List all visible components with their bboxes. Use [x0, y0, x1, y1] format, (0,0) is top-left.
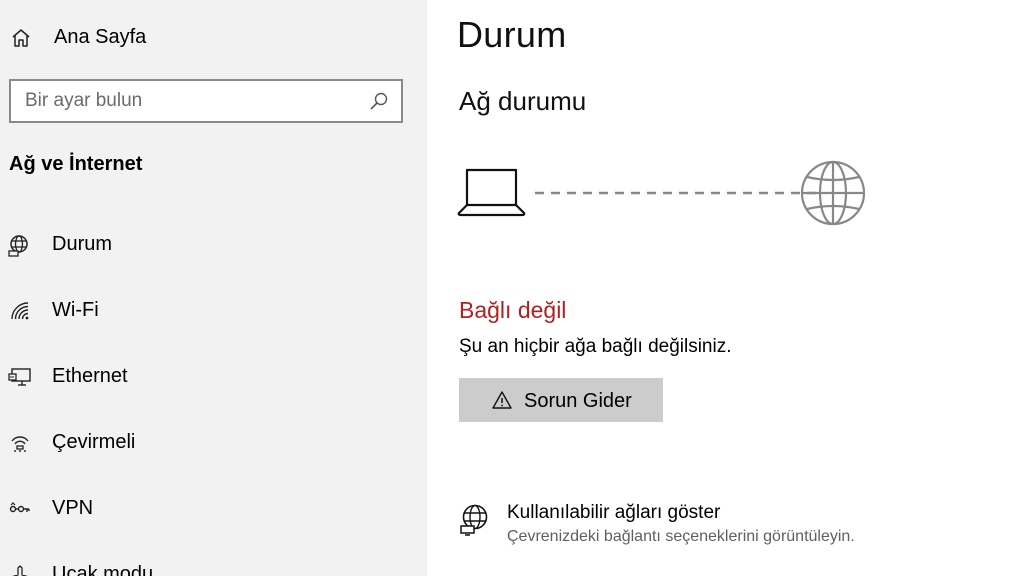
search-icon[interactable]	[369, 91, 389, 111]
show-available-networks-link[interactable]: Kullanılabilir ağları göster Çevrenizdek…	[457, 498, 977, 554]
sidebar-item-wifi[interactable]: Wi-Fi	[0, 287, 427, 335]
home-label: Ana Sayfa	[54, 26, 147, 48]
available-networks-title: Kullanılabilir ağları göster	[507, 502, 721, 523]
sidebar-home[interactable]: Ana Sayfa	[0, 16, 427, 60]
search-input[interactable]	[25, 81, 355, 121]
sidebar-item-durum[interactable]: Durum	[0, 221, 427, 269]
ethernet-icon	[8, 368, 31, 386]
main-content: Durum Ağ durumu Bağlı değil Şu an hiçbir…	[427, 0, 1024, 576]
troubleshoot-button-label: Sorun Gider	[524, 390, 632, 412]
settings-window: Ana Sayfa Ağ ve İnternet Durum	[0, 0, 1024, 576]
network-status-diagram	[457, 160, 866, 226]
wifi-icon	[11, 302, 29, 320]
airplane-icon	[12, 565, 28, 576]
section-title: Ağ ve İnternet	[9, 153, 143, 175]
sidebar-item-label: Çevirmeli	[52, 431, 136, 453]
sidebar-item-label: Ethernet	[52, 365, 128, 387]
sidebar-item-label: Wi-Fi	[52, 299, 99, 321]
sidebar-item-ucak-modu[interactable]: Uçak modu	[0, 551, 427, 576]
dialup-icon	[11, 436, 29, 452]
connection-status-description: Şu an hiçbir ağa bağlı değilsiniz.	[459, 336, 732, 357]
vpn-icon	[9, 502, 30, 513]
sidebar-item-vpn[interactable]: VPN	[0, 485, 427, 533]
globe-network-icon	[8, 235, 28, 257]
globe-icon	[800, 160, 866, 226]
laptop-icon	[457, 168, 526, 217]
sidebar-item-label: Uçak modu	[52, 563, 154, 576]
troubleshoot-button[interactable]: Sorun Gider	[459, 378, 663, 422]
available-networks-description: Çevrenizdeki bağlantı seçeneklerini görü…	[507, 528, 855, 545]
home-icon	[12, 29, 30, 47]
sidebar-item-label: Durum	[52, 233, 113, 255]
sidebar-item-cevirmeli[interactable]: Çevirmeli	[0, 419, 427, 467]
warning-icon	[492, 391, 512, 409]
sidebar-item-label: VPN	[52, 497, 94, 519]
globe-network-icon	[460, 504, 488, 536]
section-subtitle: Ağ durumu	[459, 86, 587, 116]
page-title: Durum	[457, 14, 567, 55]
sidebar-item-ethernet[interactable]: Ethernet	[0, 353, 427, 401]
connection-status: Bağlı değil	[459, 297, 567, 323]
sidebar: Ana Sayfa Ağ ve İnternet Durum	[0, 0, 427, 576]
search-box[interactable]	[9, 79, 403, 123]
